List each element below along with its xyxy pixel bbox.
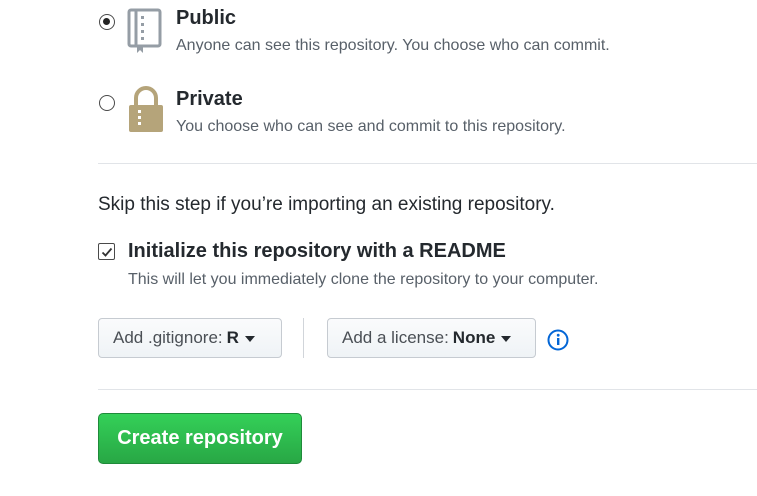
gitignore-label: Add .gitignore: — [113, 328, 223, 347]
create-repository-button[interactable]: Create repository — [98, 413, 302, 464]
skip-note: Skip this step if you’re importing an ex… — [98, 194, 555, 215]
public-description: Anyone can see this repository. You choo… — [176, 37, 610, 54]
repo-book-icon — [126, 8, 166, 54]
divider-bottom — [98, 389, 757, 390]
private-description: You choose who can see and commit to thi… — [176, 118, 566, 135]
readme-note: This will let you immediately clone the … — [128, 271, 599, 288]
info-icon[interactable] — [547, 329, 569, 351]
gitignore-select[interactable]: Add .gitignore: R — [98, 318, 282, 358]
private-title[interactable]: Private — [176, 88, 243, 111]
license-select[interactable]: Add a license: None — [327, 318, 536, 358]
checkmark-icon — [101, 247, 112, 257]
caret-down-icon — [244, 336, 255, 342]
license-label: Add a license: — [342, 328, 449, 347]
readme-label[interactable]: Initialize this repository with a README — [128, 240, 506, 263]
select-separator — [303, 318, 304, 358]
gitignore-value: R — [226, 328, 239, 347]
public-radio[interactable] — [99, 14, 115, 30]
readme-checkbox[interactable] — [98, 243, 115, 260]
license-value: None — [452, 328, 496, 347]
lock-icon — [126, 86, 166, 134]
caret-down-icon — [501, 336, 512, 342]
private-radio[interactable] — [99, 95, 115, 111]
public-title[interactable]: Public — [176, 7, 236, 30]
divider-top — [98, 163, 757, 164]
